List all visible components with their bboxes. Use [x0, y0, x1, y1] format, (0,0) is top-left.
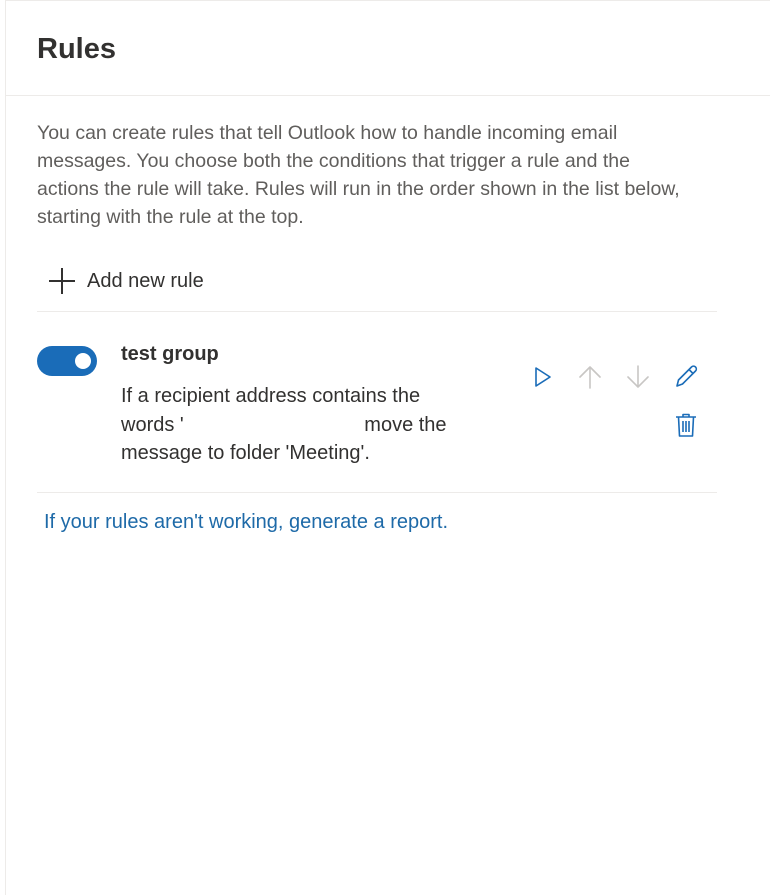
generate-report-link[interactable]: If your rules aren't working, generate a… [44, 511, 448, 534]
plus-icon [49, 268, 75, 294]
panel-header: Rules [6, 1, 770, 96]
toggle-knob [75, 353, 91, 369]
move-up-button[interactable] [574, 361, 606, 393]
rule-name: test group [121, 343, 219, 365]
add-new-rule-button[interactable]: Add new rule [49, 266, 204, 296]
redacted-area [183, 415, 359, 436]
trash-icon [676, 413, 696, 437]
rule-enabled-toggle[interactable] [37, 346, 97, 376]
rules-panel: Rules You can create rules that tell Out… [5, 0, 770, 895]
arrow-up-icon [579, 366, 601, 389]
play-icon [535, 367, 551, 387]
page-title: Rules [37, 33, 116, 65]
add-new-rule-label: Add new rule [87, 269, 204, 292]
rules-description: You can create rules that tell Outlook h… [37, 122, 680, 228]
divider [37, 492, 717, 493]
pencil-icon [676, 365, 698, 387]
run-rule-button[interactable] [527, 361, 559, 393]
divider [37, 311, 717, 312]
arrow-down-icon [627, 365, 649, 388]
edit-rule-button[interactable] [670, 361, 702, 393]
move-down-button[interactable] [622, 361, 654, 393]
rule-description: If a recipient address contains the word… [121, 382, 466, 468]
delete-rule-button[interactable] [670, 409, 702, 441]
